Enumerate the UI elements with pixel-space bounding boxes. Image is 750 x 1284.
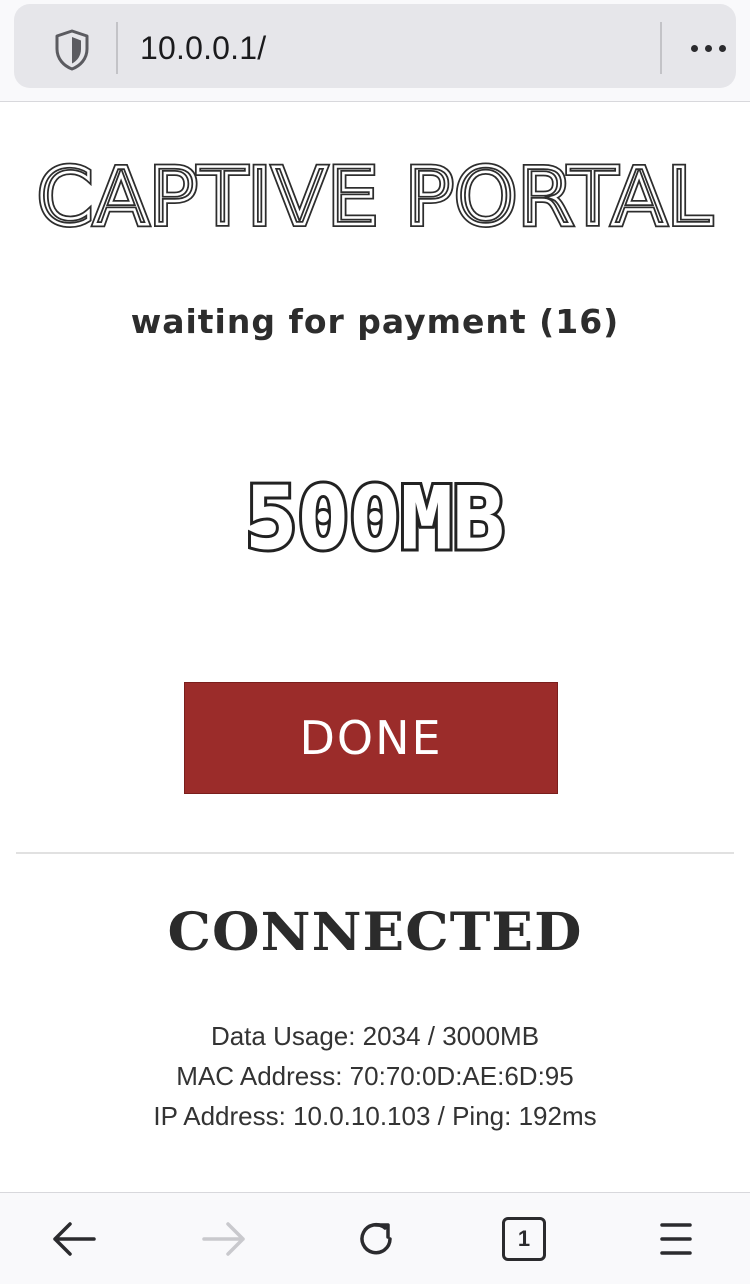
reload-icon[interactable] (350, 1213, 402, 1265)
page-title: CAPTIVE PORTAL CAPTIVE PORTAL (0, 152, 750, 242)
shield-icon[interactable] (52, 28, 92, 72)
tabs-icon[interactable]: 1 (498, 1213, 550, 1265)
section-divider (16, 852, 734, 854)
tab-count: 1 (502, 1217, 546, 1261)
address-bar-divider (660, 22, 662, 74)
hamburger-menu-icon[interactable] (650, 1213, 702, 1265)
address-bar[interactable]: 10.0.0.1/ (14, 4, 736, 88)
back-arrow-icon[interactable] (48, 1213, 100, 1265)
page-title-inline: CAPTIVE PORTAL (37, 152, 712, 242)
data-usage-text: Data Usage: 2034 / 3000MB (210, 1021, 540, 1051)
browser-toolbar: 10.0.0.1/ (0, 0, 750, 102)
package-size-fill: 500MB (246, 470, 505, 569)
ip-ping-text: IP Address: 10.0.10.103 / Ping: 192ms (153, 1101, 597, 1131)
done-button[interactable]: DONE (184, 682, 558, 794)
bottom-toolbar: 1 (0, 1192, 750, 1284)
address-bar-divider (116, 22, 118, 74)
payment-status-text: waiting for payment (16) (130, 302, 620, 341)
mac-address-text: MAC Address: 70:70:0D:AE:6D:95 (176, 1061, 574, 1091)
more-menu-icon[interactable] (680, 28, 736, 68)
forward-arrow-icon[interactable] (198, 1213, 250, 1265)
connection-status: CONNECTED (167, 902, 583, 963)
package-size: 500MB 500MB (0, 470, 750, 570)
url-text[interactable]: 10.0.0.1/ (140, 26, 266, 70)
connection-info: Data Usage: 2034 / 3000MB MAC Address: 7… (0, 1016, 750, 1136)
